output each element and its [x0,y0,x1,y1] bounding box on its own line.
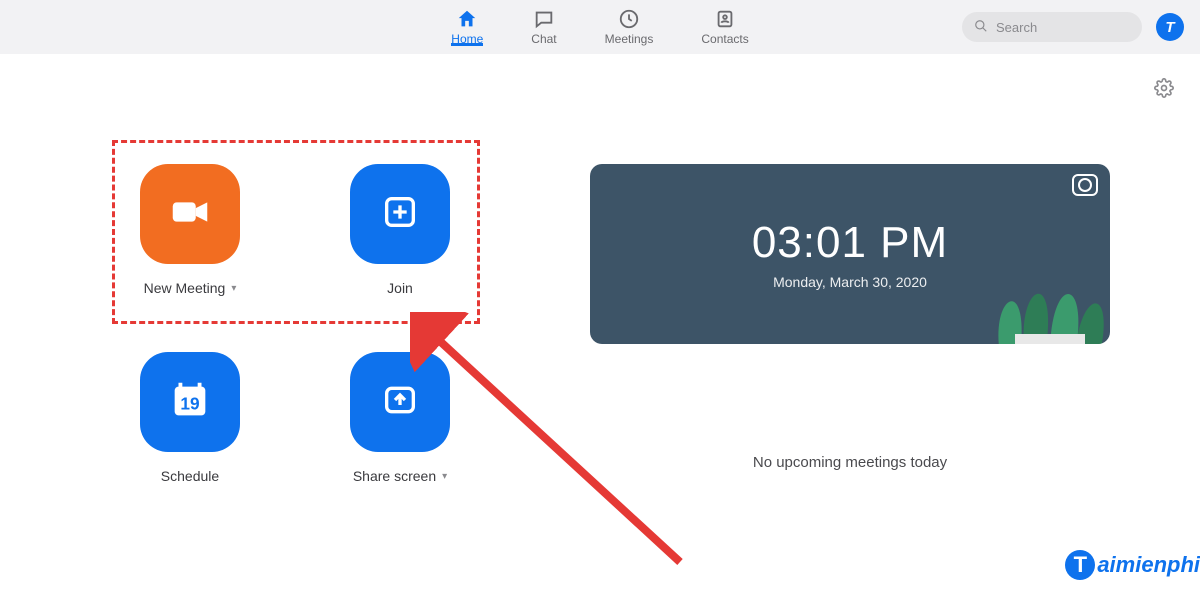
watermark: T aimienphi [1065,550,1200,580]
action-share-screen: Share screen ▾ [340,352,460,484]
right-column: 03:01 PM Monday, March 30, 2020 No upcom… [590,164,1110,484]
nav-tab-contacts[interactable]: Contacts [701,8,748,46]
chevron-down-icon[interactable]: ▾ [231,283,236,294]
action-label: Share screen ▾ [353,468,447,484]
time-card: 03:01 PM Monday, March 30, 2020 [590,164,1110,344]
nav-tab-label: Chat [531,32,556,46]
home-icon [456,8,478,30]
action-label: Schedule [161,468,219,484]
plant-decoration [980,234,1110,344]
join-button[interactable] [350,164,450,264]
action-schedule: 19 Schedule [130,352,250,484]
search-icon [974,19,988,36]
nav-tab-label: Meetings [605,32,654,46]
clock-icon [618,8,640,30]
action-label: Join [387,280,413,296]
calendar-icon: 19 [167,377,213,428]
search-input[interactable]: Search [962,12,1142,42]
plus-icon [380,192,420,237]
actions-grid: New Meeting ▾ Join 19 [130,164,530,484]
nav-tab-chat[interactable]: Chat [531,8,556,46]
new-meeting-button[interactable] [140,164,240,264]
action-join: Join [340,164,460,296]
current-time: 03:01 PM [752,218,948,268]
nav-tabs-container: Home Chat Meetings Contacts [451,8,748,46]
nav-tab-meetings[interactable]: Meetings [605,8,654,46]
nav-tab-home[interactable]: Home [451,8,483,46]
chat-icon [533,8,555,30]
current-date: Monday, March 30, 2020 [773,274,927,290]
schedule-button[interactable]: 19 [140,352,240,452]
nav-tab-label: Contacts [701,32,748,46]
watermark-text: aimienphi [1097,552,1200,578]
watermark-badge: T [1065,550,1095,580]
action-new-meeting: New Meeting ▾ [130,164,250,296]
top-right-controls: Search T [962,12,1184,42]
no-meetings-text: No upcoming meetings today [590,454,1110,471]
settings-button[interactable] [1154,78,1174,103]
top-nav-bar: Home Chat Meetings Contacts Sea [0,0,1200,54]
share-screen-button[interactable] [350,352,450,452]
avatar[interactable]: T [1156,13,1184,41]
video-icon [167,189,213,240]
main-content: New Meeting ▾ Join 19 [0,54,1200,600]
action-label: New Meeting ▾ [144,280,237,296]
chevron-down-icon[interactable]: ▾ [442,471,447,482]
contacts-icon [714,8,736,30]
share-icon [380,380,420,425]
camera-icon[interactable] [1072,174,1098,196]
svg-text:19: 19 [180,393,199,413]
search-placeholder: Search [996,20,1037,35]
